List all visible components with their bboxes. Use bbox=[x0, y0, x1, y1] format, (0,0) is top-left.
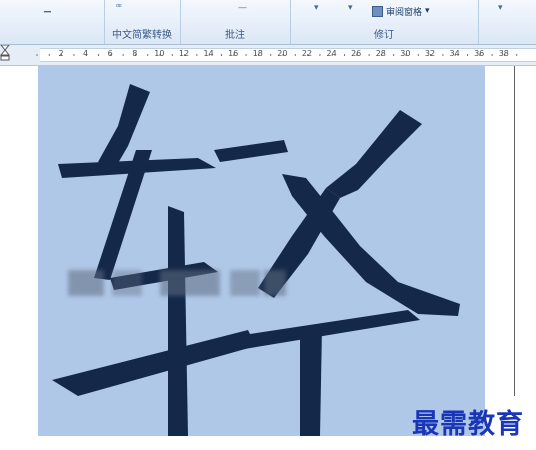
ruler-tick-label: 14 bbox=[203, 49, 214, 58]
ruler-tick-label: 16 bbox=[228, 49, 239, 58]
chevron-down-icon: ▾ bbox=[425, 6, 430, 16]
reviewing-pane-button[interactable]: 审阅窗格 ▾ bbox=[372, 3, 430, 19]
comment-icon[interactable]: — bbox=[238, 3, 247, 13]
ruler-tick-label: 4 bbox=[83, 49, 89, 58]
document-page[interactable]: 轻 bbox=[38, 66, 485, 436]
indent-marker-icon[interactable] bbox=[0, 45, 10, 61]
ruler-tick-label: 30 bbox=[400, 49, 411, 58]
ruler-tick-label: 38 bbox=[498, 49, 509, 58]
ruler-tick-label: 6 bbox=[107, 49, 113, 58]
ruler-tick-label: 18 bbox=[252, 49, 263, 58]
ruler-tick-label: 34 bbox=[449, 49, 460, 58]
ruler-tick-label: 20 bbox=[277, 49, 288, 58]
ruler-tick-label: 36 bbox=[474, 49, 485, 58]
chinese-conversion-icon[interactable]: ꟹ bbox=[116, 3, 122, 13]
dropdown-arrow-icon[interactable]: ▾ bbox=[498, 3, 503, 13]
ruler-tick-label: 8 bbox=[132, 49, 138, 58]
ruler-tick-label: 10 bbox=[154, 49, 165, 58]
ruler-tick-label: 32 bbox=[424, 49, 436, 58]
horizontal-ruler[interactable]: 2 4 6 8 10 12 14 16 18 20 22 24 26 28 30 32 34 36 38 bbox=[0, 45, 536, 66]
group-label-chinese: 中文简繁转换 bbox=[112, 30, 172, 41]
ribbon-group-protect: ▾ bbox=[478, 0, 536, 44]
watermark-logo: 最需教育 bbox=[412, 409, 524, 440]
ruler-tick-label: 2 bbox=[58, 49, 64, 58]
reviewing-pane-label: 审阅窗格 bbox=[386, 7, 423, 18]
ruler-tick-label: 26 bbox=[351, 49, 362, 58]
ribbon-group-chinese-conversion: ꟹ 中文简繁转换 bbox=[104, 0, 181, 44]
obscured-text-band bbox=[68, 270, 288, 296]
ribbon-group-proofing: ▁ bbox=[0, 0, 105, 44]
ruler-tick-label: 12 bbox=[178, 49, 190, 58]
ribbon-group-comments: — 批注 bbox=[180, 0, 291, 44]
group-label-comments: 批注 bbox=[225, 30, 245, 41]
reviewing-pane-icon bbox=[372, 5, 383, 17]
page-margin-line bbox=[514, 66, 515, 396]
left-gutter bbox=[0, 66, 38, 450]
large-character-graphic: 轻 bbox=[52, 84, 460, 436]
group-top-icon: ▁ bbox=[44, 3, 51, 13]
group-label-tracking: 修订 bbox=[374, 30, 394, 41]
dropdown-arrow-icon[interactable]: ▾ bbox=[314, 3, 319, 13]
dropdown-arrow-icon[interactable]: ▾ bbox=[348, 3, 353, 13]
ruler-tick-label: 22 bbox=[301, 49, 313, 58]
ruler-tick-label: 28 bbox=[375, 49, 386, 58]
ribbon: ▁ ꟹ 中文简繁转换 — 批注 ▾ ▾ 修订 审阅窗格 ▾ ▾ bbox=[0, 0, 536, 45]
ruler-tick-label: 24 bbox=[326, 49, 337, 58]
